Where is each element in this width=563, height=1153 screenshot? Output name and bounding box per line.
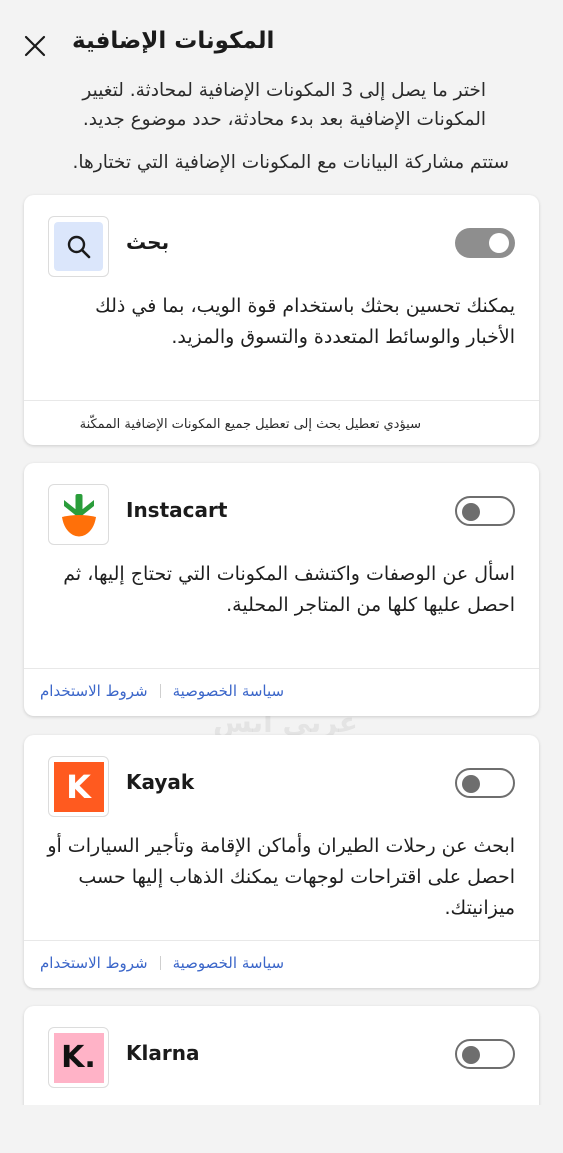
- plugin-links: شروط الاستخدام سياسة الخصوصية: [40, 954, 284, 972]
- plugin-card-kayak: K Kayak ابحث عن رحلات الطيران وأماكن الإ…: [24, 735, 539, 988]
- terms-of-use-link[interactable]: شروط الاستخدام: [40, 954, 148, 972]
- plugin-note: سيؤدي تعطيل بحث إلى تعطيل جميع المكونات …: [79, 417, 421, 432]
- intro-line-1: اختر ما يصل إلى 3 المكونات الإضافية لمحا…: [82, 80, 486, 101]
- toggle-knob: [462, 503, 480, 521]
- link-separator: [159, 684, 161, 698]
- plugin-name: Kayak: [126, 770, 195, 794]
- kayak-k-icon: K: [53, 761, 104, 812]
- intro-text: اختر ما يصل إلى 3 المكونات الإضافية لمحا…: [26, 76, 486, 134]
- toggle-knob: [489, 233, 509, 253]
- plugin-name: بحث: [126, 230, 170, 254]
- plugin-card-klarna: K. Klarna: [24, 1006, 539, 1105]
- carrot-icon: [61, 493, 96, 536]
- card-divider: [24, 400, 539, 401]
- plugin-links: شروط الاستخدام سياسة الخصوصية: [40, 682, 284, 700]
- data-sharing-notice: ستتم مشاركة البيانات مع المكونات الإضافي…: [72, 152, 509, 173]
- plugin-logo-klarna: K.: [48, 1027, 109, 1088]
- plugin-logo-instacart: [48, 484, 109, 545]
- terms-of-use-link[interactable]: شروط الاستخدام: [40, 682, 148, 700]
- plugin-toggle-instacart[interactable]: [455, 496, 515, 526]
- plugin-logo-kayak: K: [48, 756, 109, 817]
- page-title: المكونات الإضافية: [72, 28, 275, 54]
- plugin-name: Instacart: [126, 498, 228, 522]
- top-bar: المكونات الإضافية: [0, 0, 563, 74]
- plugin-toggle-klarna[interactable]: [455, 1039, 515, 1069]
- intro-line-2: المكونات الإضافية بعد بدء محادثة، حدد مو…: [82, 109, 486, 130]
- card-divider: [24, 668, 539, 669]
- plugin-toggle-search[interactable]: [455, 228, 515, 258]
- link-separator: [159, 956, 161, 970]
- privacy-policy-link[interactable]: سياسة الخصوصية: [173, 954, 285, 972]
- plugin-logo-search: [48, 216, 109, 277]
- plugin-card-instacart: Instacart اسأل عن الوصفات واكتشف المكونا…: [24, 463, 539, 716]
- plugin-toggle-kayak[interactable]: [455, 768, 515, 798]
- klarna-k-icon: K.: [53, 1032, 104, 1083]
- card-divider: [24, 940, 539, 941]
- plugin-description: ابحث عن رحلات الطيران وأماكن الإقامة وتأ…: [47, 835, 515, 919]
- toggle-knob: [462, 775, 480, 793]
- bottom-area: [0, 1105, 563, 1153]
- search-icon: [54, 222, 103, 271]
- plugins-scroll-area[interactable]: اختر ما يصل إلى 3 المكونات الإضافية لمحا…: [0, 74, 563, 1105]
- plugin-description: يمكنك تحسين بحثك باستخدام قوة الويب، بما…: [95, 295, 515, 348]
- toggle-knob: [462, 1046, 480, 1064]
- close-icon[interactable]: [22, 33, 50, 61]
- plugin-card-search: بحث يمكنك تحسين بحثك باستخدام قوة الويب،…: [24, 195, 539, 445]
- plugin-description: اسأل عن الوصفات واكتشف المكونات التي تحت…: [63, 563, 515, 616]
- privacy-policy-link[interactable]: سياسة الخصوصية: [173, 682, 285, 700]
- plugin-name: Klarna: [126, 1041, 200, 1065]
